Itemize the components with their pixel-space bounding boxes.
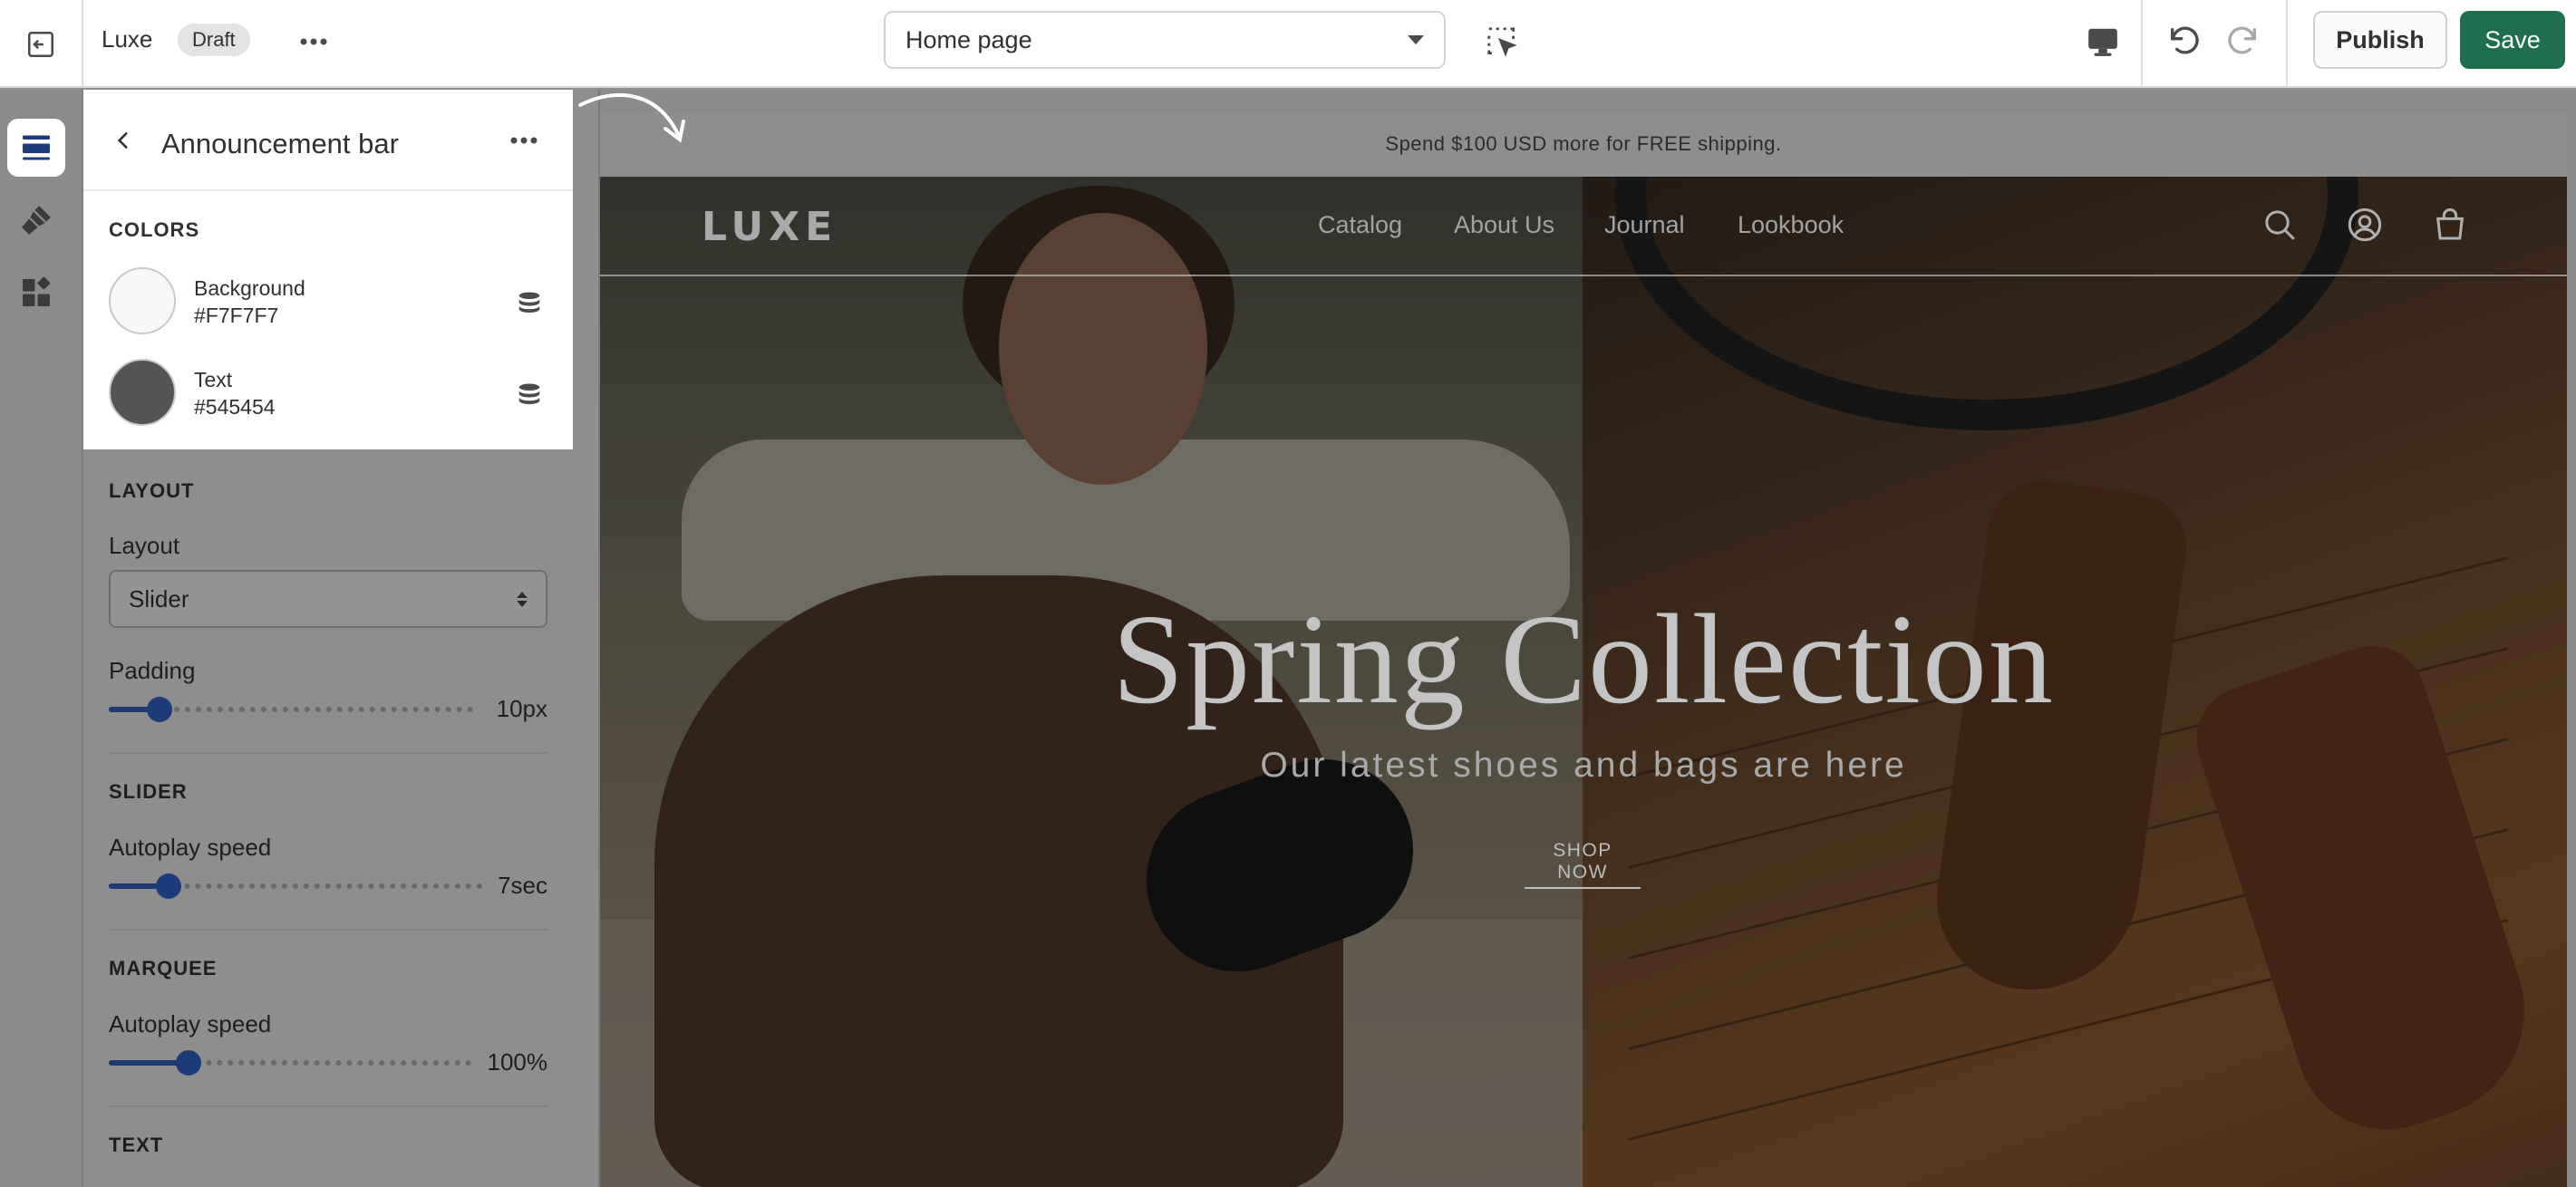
chevron-left-icon: [117, 132, 128, 149]
panel-more-button[interactable]: [502, 121, 546, 160]
redo-icon: [2228, 26, 2256, 54]
background-color-swatch[interactable]: [109, 267, 176, 334]
marquee-section-title: MARQUEE: [109, 957, 218, 980]
left-rail: [0, 90, 83, 1187]
hero-title: Spring Collection: [1112, 587, 2055, 730]
shop-now-link[interactable]: SHOP NOW: [1525, 840, 1641, 889]
top-bar: Luxe Draft Home page Publish Save: [0, 0, 2576, 88]
select-arrows-icon: [517, 591, 528, 607]
undo-button[interactable]: [2159, 16, 2210, 67]
store-logo[interactable]: LUXE: [702, 204, 838, 250]
nav-link-lookbook[interactable]: Lookbook: [1738, 211, 1844, 239]
pointer-arrow-icon: [578, 92, 685, 143]
slider-section-title: SLIDER: [109, 780, 188, 803]
layout-select-value: Slider: [129, 584, 189, 613]
paint-brush-icon: [22, 206, 51, 235]
announcement-text: Spend $100 USD more for FREE shipping.: [1385, 132, 1782, 155]
padding-slider[interactable]: [109, 694, 473, 725]
device-preview-button[interactable]: [2079, 18, 2126, 65]
background-color-value: #F7F7F7: [194, 304, 279, 327]
redo-button[interactable]: [2217, 16, 2268, 67]
database-icon: [518, 292, 540, 313]
announcement-bar-preview[interactable]: Spend $100 USD more for FREE shipping.: [600, 111, 2567, 177]
page-selector[interactable]: Home page: [884, 11, 1446, 69]
desktop-icon: [2088, 28, 2117, 56]
save-button[interactable]: Save: [2460, 11, 2565, 69]
layout-select[interactable]: Slider: [109, 570, 547, 628]
caret-down-icon: [1408, 35, 1424, 44]
background-color-setting[interactable]: Background #F7F7F7: [109, 267, 547, 336]
rail-theme-settings-button[interactable]: [7, 191, 65, 249]
rail-apps-button[interactable]: [7, 264, 65, 322]
search-button[interactable]: [2259, 204, 2300, 246]
section-divider: [109, 1105, 547, 1107]
toolbar-divider: [2286, 0, 2288, 88]
status-badge: Draft: [178, 24, 250, 56]
rail-sections-button[interactable]: [7, 119, 65, 177]
section-divider: [109, 929, 547, 931]
colors-card: Announcement bar COLORS Background #F7F7…: [83, 90, 573, 449]
store-name: Luxe: [102, 25, 153, 53]
nav-link-about-us[interactable]: About Us: [1454, 211, 1554, 239]
account-button[interactable]: [2344, 204, 2386, 246]
layout-section-title: LAYOUT: [109, 479, 195, 502]
settings-panel: Announcement bar COLORS Background #F7F7…: [83, 90, 573, 1187]
select-element-icon: [1487, 27, 1517, 57]
header-divider: [600, 275, 2567, 276]
more-horizontal-icon: [510, 137, 537, 144]
text-section-title: TEXT: [109, 1134, 164, 1156]
padding-value: 10px: [496, 695, 547, 722]
nav-link-journal[interactable]: Journal: [1604, 211, 1685, 239]
marquee-autoplay-label: Autoplay speed: [109, 1010, 272, 1037]
slider-handle[interactable]: [156, 873, 181, 899]
marquee-autoplay-slider[interactable]: [109, 1047, 471, 1078]
apps-icon: [23, 276, 51, 306]
text-color-setting[interactable]: Text #545454: [109, 359, 547, 428]
section-divider: [109, 752, 547, 754]
exit-button[interactable]: [0, 0, 83, 88]
background-color-label: Background: [194, 276, 305, 300]
cart-button[interactable]: [2429, 204, 2471, 246]
undo-icon: [2171, 26, 2199, 54]
search-icon: [2265, 210, 2295, 240]
account-icon: [2348, 207, 2382, 242]
nav-link-catalog[interactable]: Catalog: [1318, 211, 1402, 239]
colors-section-title: COLORS: [109, 218, 200, 241]
publish-button[interactable]: Publish: [2313, 11, 2447, 69]
back-button[interactable]: [102, 119, 145, 162]
slider-handle[interactable]: [147, 697, 172, 722]
slider-handle[interactable]: [176, 1050, 201, 1076]
toolbar-divider: [2141, 0, 2143, 88]
slider-autoplay-value: 7sec: [498, 872, 547, 899]
more-actions-button[interactable]: [292, 24, 335, 60]
connect-dynamic-source-button[interactable]: [511, 285, 547, 322]
database-icon: [518, 383, 540, 404]
connect-dynamic-source-button[interactable]: [511, 377, 547, 413]
slider-autoplay-slider[interactable]: [109, 871, 482, 902]
text-color-label: Text: [194, 368, 233, 391]
padding-label: Padding: [109, 657, 196, 684]
panel-header: Announcement bar: [83, 90, 573, 191]
layout-label: Layout: [109, 532, 180, 559]
page-selector-value: Home page: [905, 25, 1032, 53]
sections-icon: [23, 135, 50, 160]
panel-title: Announcement bar: [161, 128, 399, 159]
exit-icon: [27, 31, 54, 57]
hero-banner: LUXE Catalog About Us Journal Lookbook S…: [600, 177, 2567, 1187]
cart-icon: [2436, 207, 2465, 240]
text-color-swatch[interactable]: [109, 359, 176, 426]
slider-autoplay-label: Autoplay speed: [109, 834, 272, 861]
inspector-toggle[interactable]: [1480, 20, 1524, 63]
hero-subtitle: Our latest shoes and bags are here: [1260, 746, 1907, 785]
marquee-autoplay-value: 100%: [487, 1048, 548, 1076]
preview-frame-edge: [573, 90, 600, 1187]
text-color-value: #545454: [194, 395, 276, 419]
more-horizontal-icon: [300, 38, 327, 45]
